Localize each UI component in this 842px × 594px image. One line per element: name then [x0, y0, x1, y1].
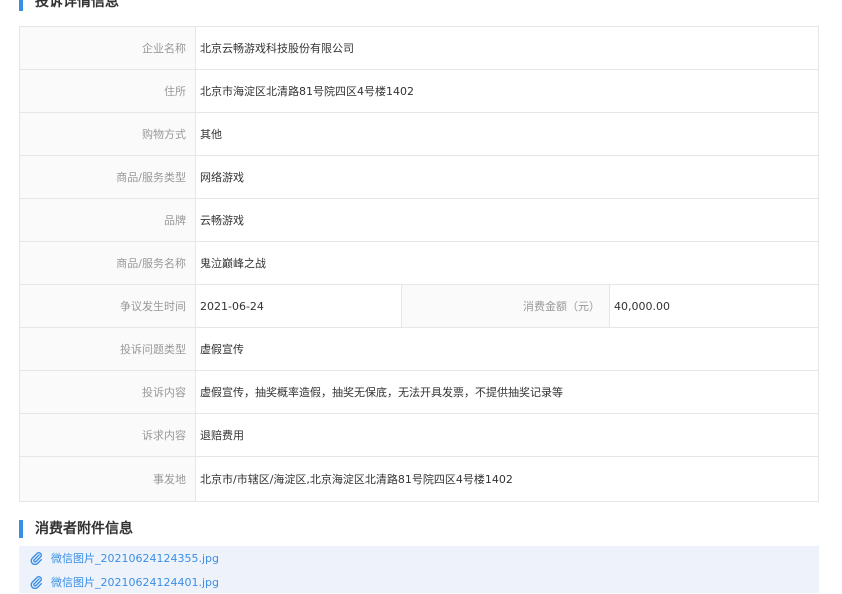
row-product-name: 商品/服务名称 鬼泣巅峰之战: [20, 242, 818, 285]
row-content: 投诉内容 虚假宣传，抽奖概率造假，抽奖无保底，无法开具发票，不提供抽奖记录等: [20, 371, 818, 414]
brand-label: 品牌: [20, 199, 196, 241]
brand-value: 云畅游戏: [200, 214, 244, 227]
row-issue-type: 投诉问题类型 虚假宣传: [20, 328, 818, 371]
row-location: 事发地 北京市/市辖区/海淀区,北京海淀区北清路81号院四区4号楼1402: [20, 457, 818, 501]
amount-value: 40,000.00: [614, 299, 670, 313]
amount-label: 消费金额（元）: [402, 285, 610, 327]
row-brand: 品牌 云畅游戏: [20, 199, 818, 242]
purchase-method-value: 其他: [200, 128, 222, 141]
product-type-value: 网络游戏: [200, 171, 244, 184]
row-demand: 诉求内容 退赔费用: [20, 414, 818, 457]
company-label: 企业名称: [20, 27, 196, 69]
address-value: 北京市海淀区北清路81号院四区4号楼1402: [200, 85, 414, 98]
paperclip-icon: [29, 575, 43, 590]
product-name-label: 商品/服务名称: [20, 242, 196, 284]
row-dispute-date-amount: 争议发生时间 2021-06-24 消费金额（元） 40,000.00: [20, 285, 818, 328]
attachments-heading: 消费者附件信息: [19, 520, 819, 538]
paperclip-icon: [29, 551, 43, 566]
row-address: 住所 北京市海淀区北清路81号院四区4号楼1402: [20, 70, 818, 113]
company-value: 北京云畅游戏科技股份有限公司: [200, 42, 354, 55]
dispute-date-label: 争议发生时间: [20, 285, 196, 327]
dispute-date-value: 2021-06-24: [196, 285, 402, 327]
issue-type-value: 虚假宣传: [200, 343, 244, 356]
demand-label: 诉求内容: [20, 414, 196, 456]
issue-type-label: 投诉问题类型: [20, 328, 196, 370]
attachment-link[interactable]: 微信图片_20210624124355.jpg: [51, 550, 219, 566]
row-product-type: 商品/服务类型 网络游戏: [20, 156, 818, 199]
attachment-link[interactable]: 微信图片_20210624124401.jpg: [51, 574, 219, 590]
product-type-label: 商品/服务类型: [20, 156, 196, 198]
location-label: 事发地: [20, 457, 196, 501]
attachment-item[interactable]: 微信图片_20210624124401.jpg: [19, 570, 819, 594]
row-purchase-method: 购物方式 其他: [20, 113, 818, 156]
attachments-list: 微信图片_20210624124355.jpg 微信图片_20210624124…: [19, 546, 819, 593]
demand-value: 退赔费用: [200, 429, 244, 442]
product-name-value: 鬼泣巅峰之战: [200, 257, 266, 270]
location-value: 北京市/市辖区/海淀区,北京海淀区北清路81号院四区4号楼1402: [200, 473, 513, 486]
complaint-details-heading: 投诉详情信息: [19, 0, 819, 11]
address-label: 住所: [20, 70, 196, 112]
row-company: 企业名称 北京云畅游戏科技股份有限公司: [20, 27, 818, 70]
complaint-details-table: 企业名称 北京云畅游戏科技股份有限公司 住所 北京市海淀区北清路81号院四区4号…: [19, 26, 819, 502]
content-value: 虚假宣传，抽奖概率造假，抽奖无保底，无法开具发票，不提供抽奖记录等: [200, 386, 563, 399]
purchase-method-label: 购物方式: [20, 113, 196, 155]
content-label: 投诉内容: [20, 371, 196, 413]
attachment-item[interactable]: 微信图片_20210624124355.jpg: [19, 546, 819, 570]
